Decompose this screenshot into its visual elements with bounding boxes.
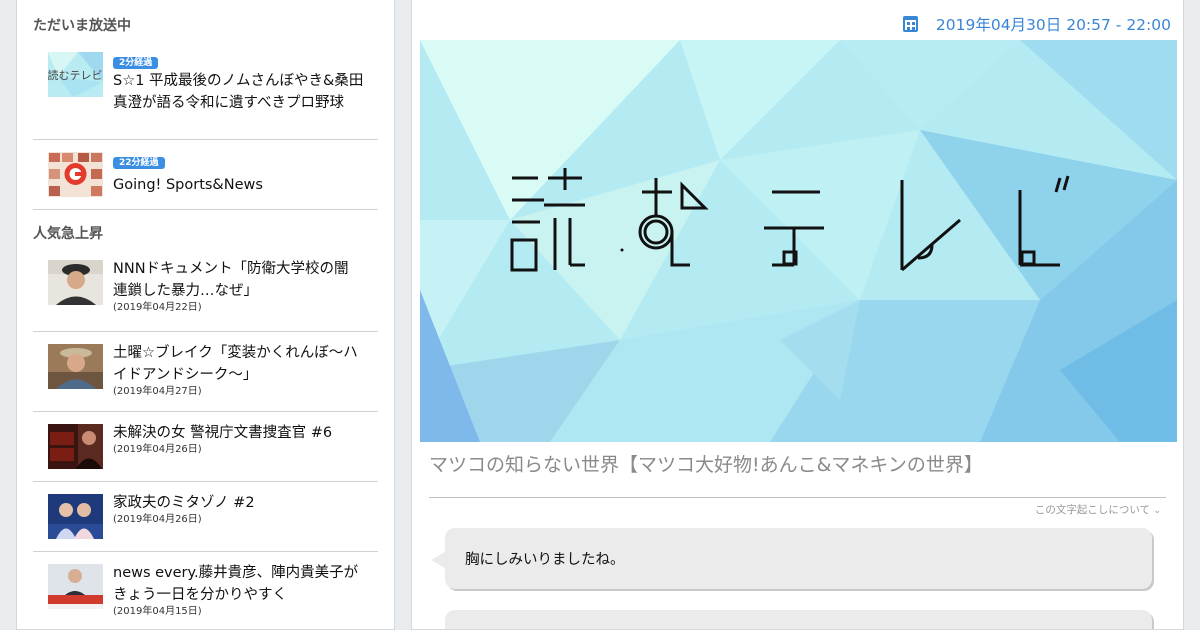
about-transcript-link[interactable]: この文字起こしについて ⌄ (1035, 502, 1161, 517)
program-thumbnail (48, 344, 103, 389)
transcript-bubble: 胸にしみいりましたね。 (431, 528, 1152, 589)
program-title: Going! Sports&News (113, 177, 263, 193)
sidebar: ただいま放送中 読むテレビ 2分経過 S☆1 平成最後のノムさんぼやき&桑田真澄… (16, 0, 395, 630)
chevron-down-icon: ⌄ (1153, 506, 1161, 516)
list-item[interactable]: NNNドキュメント「防衛大学校の闇 連鎖した暴力…なぜ」 (2019年04月22… (33, 252, 378, 332)
program-thumbnail (48, 564, 103, 609)
program-thumbnail: 読むテレビ (48, 52, 103, 97)
program-date: (2019年04月26日) (113, 444, 202, 455)
program-date: (2019年04月15日) (113, 606, 202, 617)
program-title: S☆1 平成最後のノムさんぼやき&桑田真澄が語る令和に遺すべきプロ野球 (113, 73, 364, 111)
list-item[interactable]: news every.藤井貴彦、陣内貴美子がきょう一日を分かりやすく (2019… (33, 552, 378, 629)
trending-heading: 人気急上昇 (33, 226, 103, 242)
program-title: NNNドキュメント「防衛大学校の闇 連鎖した暴力…なぜ」 (113, 261, 349, 299)
program-thumbnail (48, 260, 103, 305)
program-thumbnail (48, 494, 103, 539)
program-thumbnail (48, 152, 103, 197)
main-content: 2019年04月30日 20:57 - 22:00 マツコの知らない世界【マツコ… (411, 0, 1184, 630)
program-date: (2019年04月26日) (113, 514, 202, 525)
calendar-icon (902, 16, 918, 32)
list-item[interactable]: 家政夫のミタゾノ #2 (2019年04月26日) (33, 482, 378, 552)
transcript-text (445, 610, 1152, 629)
elapsed-badge: 22分経過 (113, 157, 165, 169)
program-date: (2019年04月27日) (113, 386, 202, 397)
airtime-text: 2019年04月30日 20:57 - 22:00 (935, 16, 1171, 34)
logo (510, 168, 1070, 272)
divider (429, 497, 1166, 498)
program-title: マツコの知らない世界【マツコ大好物!あんこ&マネキンの世界】 (429, 454, 983, 476)
program-title: 未解決の女 警視庁文書捜査官 #6 (113, 425, 333, 441)
program-title: 土曜☆ブレイク「変装かくれんぼ～ハイドアンドシーク～」 (113, 345, 358, 383)
now-on-air-heading: ただいま放送中 (33, 18, 131, 34)
list-item[interactable]: 土曜☆ブレイク「変装かくれんぼ～ハイドアンドシーク～」 (2019年04月27日… (33, 332, 378, 412)
transcript-bubble (445, 610, 1152, 629)
list-item[interactable]: 読むテレビ 2分経過 S☆1 平成最後のノムさんぼやき&桑田真澄が語る令和に遺す… (33, 40, 378, 140)
transcript-text: 胸にしみいりましたね。 (465, 552, 625, 568)
hero-image (420, 40, 1177, 442)
program-title: news every.藤井貴彦、陣内貴美子がきょう一日を分かりやすく (113, 565, 359, 603)
program-date: (2019年04月22日) (113, 302, 202, 313)
program-title: 家政夫のミタゾノ #2 (113, 495, 255, 511)
airtime: 2019年04月30日 20:57 - 22:00 (902, 13, 1171, 35)
list-item[interactable]: 22分経過 Going! Sports&News (33, 140, 378, 210)
svg-text:読むテレビ: 読むテレビ (48, 68, 103, 82)
elapsed-badge: 2分経過 (113, 57, 159, 69)
program-thumbnail (48, 424, 103, 469)
list-item[interactable]: 未解決の女 警視庁文書捜査官 #6 (2019年04月26日) (33, 412, 378, 482)
